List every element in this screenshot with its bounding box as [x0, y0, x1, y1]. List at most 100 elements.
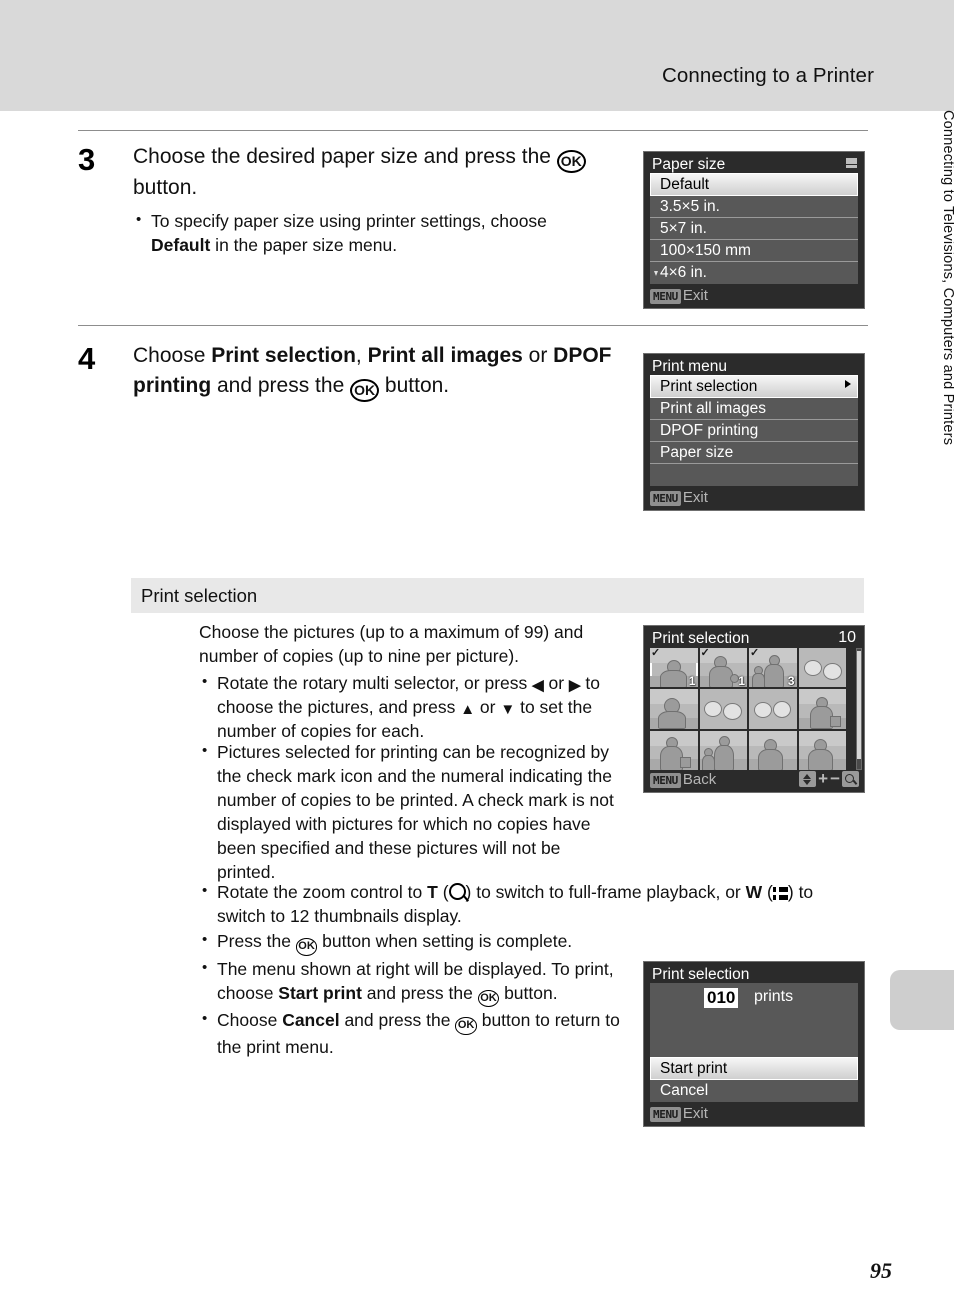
screen-paper-size-title: Paper size [644, 152, 864, 173]
section-bullet-4: Press the OK button when setting is comp… [199, 928, 637, 956]
thumbnail-4[interactable] [798, 648, 846, 688]
paper-size-option-5x7[interactable]: 5×7 in. [650, 218, 858, 240]
divider-between-steps [78, 325, 868, 326]
side-tab-label: Connecting to Televisions, Computers and… [940, 110, 954, 446]
step-4-heading-text-4: and press the [211, 374, 351, 397]
bullet-6-bold-cancel: Cancel [282, 1010, 340, 1030]
screen-confirm-footer: MENU Exit [644, 1102, 864, 1126]
screen-print-selection-title-text: Print selection [652, 630, 750, 647]
thumbnail-8[interactable] [798, 689, 846, 729]
screen-print-menu: Print menu Print selection Print all ima… [643, 353, 865, 511]
screen-confirm-title-text: Print selection [652, 966, 750, 983]
screen-print-selection-title: Print selection 10 [644, 626, 864, 647]
section-bullet-list-bottom: Pictures selected for printing can be re… [199, 739, 859, 885]
step-3-heading: Choose the desired paper size and press … [133, 142, 603, 203]
zoom-w-label: W [745, 882, 763, 902]
thumbnail-5[interactable] [650, 689, 698, 729]
step-3-heading-text-2: button. [133, 176, 198, 199]
bullet-3-text-3: ) to switch to full-frame playback, or [465, 882, 746, 902]
confirm-exit-label[interactable]: Exit [683, 1105, 708, 1122]
confirm-option-cancel[interactable]: Cancel [650, 1080, 858, 1102]
thumbnail-2[interactable]: ✓ 1 [699, 648, 747, 688]
screen-confirm-list: Start print Cancel [650, 1057, 858, 1102]
thumbnail-6[interactable] [699, 689, 747, 729]
print-menu-option-print-selection[interactable]: Print selection [650, 375, 858, 398]
bullet-6-text-2: and press the [339, 1010, 456, 1030]
bullet-3-text-2: ( [437, 882, 449, 902]
bullet-1-text-2: or [543, 673, 569, 693]
print-selection-count: 10 [838, 629, 856, 646]
prints-count-area: 010 prints [650, 983, 858, 1057]
menu-badge-icon: MENU [650, 491, 681, 506]
thumbnail-2-copies: 1 [738, 674, 745, 688]
arrow-down-icon: ▼ [500, 701, 516, 718]
print-menu-empty-row [650, 464, 858, 486]
step-3-bullet-1-text-1: To specify paper size using printer sett… [151, 211, 547, 231]
step-4-number: 4 [78, 341, 96, 376]
step-3-bullet-1: To specify paper size using printer sett… [133, 208, 603, 257]
thumbnail-1[interactable]: ✓ 1 [650, 648, 698, 688]
paper-size-exit-label[interactable]: Exit [683, 287, 708, 304]
scroll-marker-icon [654, 271, 658, 276]
check-mark-icon: ✓ [651, 648, 661, 659]
chevron-right-icon [845, 380, 851, 388]
thumbnail-1-copies: 1 [688, 674, 696, 688]
page-number: 95 [870, 1258, 892, 1283]
zoom-t-label: T [427, 882, 438, 902]
paper-size-option-default[interactable]: Default [650, 173, 858, 196]
section-bullet-5: The menu shown at right will be displaye… [199, 956, 637, 1007]
paper-size-option-3.5x5[interactable]: 3.5×5 in. [650, 196, 858, 218]
paper-size-option-100x150[interactable]: 100×150 mm [650, 240, 858, 262]
screen-print-selection-confirm: Print selection 010 prints Start print C… [643, 961, 865, 1127]
step-3-body: Choose the desired paper size and press … [133, 142, 603, 258]
page-header-title: Connecting to a Printer [662, 64, 874, 87]
step-4-body: Choose Print selection, Print all images… [133, 341, 613, 402]
step-4-heading: Choose Print selection, Print all images… [133, 341, 613, 402]
thumbnail-7[interactable] [749, 689, 797, 729]
confirm-option-start-print[interactable]: Start print [650, 1057, 858, 1080]
section-bullet-6: Choose Cancel and press the OK button to… [199, 1007, 637, 1059]
print-menu-option-paper-size[interactable]: Paper size [650, 442, 858, 464]
bullet-list-continued: Pictures selected for printing can be re… [199, 739, 859, 884]
step-4-bold-print-selection: Print selection [211, 344, 356, 367]
page-header-band [0, 0, 954, 111]
section-bullet-list-top: Rotate the rotary multi selector, or pre… [199, 670, 619, 743]
print-menu-option-dpof-printing[interactable]: DPOF printing [650, 420, 858, 442]
thumbnail-3-copies: 3 [787, 674, 795, 688]
step-4-heading-text-2: , [355, 344, 368, 367]
screen-print-menu-title: Print menu [644, 354, 864, 375]
paper-size-option-4x6[interactable]: 4×6 in. [650, 262, 858, 284]
arrow-right-icon: ▶ [568, 677, 581, 694]
section-bullet-2: Pictures selected for printing can be re… [199, 739, 617, 884]
screen-print-menu-list: Print selection Print all images DPOF pr… [650, 375, 858, 486]
ok-button-icon: OK [556, 149, 586, 173]
check-mark-icon: ✓ [750, 648, 760, 659]
bullet-3-text-4: ( [762, 882, 773, 902]
step-4-heading-text-5: button. [379, 374, 450, 397]
print-menu-exit-label[interactable]: Exit [683, 489, 708, 506]
screen-confirm-title: Print selection [644, 962, 864, 983]
screen-paper-size-footer: MENU Exit [644, 284, 864, 308]
step-3-bullet-1-bold: Default [151, 235, 211, 255]
print-menu-option-print-selection-label: Print selection [660, 378, 758, 395]
screen-paper-size-title-text: Paper size [652, 156, 726, 173]
arrow-left-icon: ◀ [532, 677, 544, 694]
divider-top [78, 130, 868, 131]
bullet-4-text-1: Press the [217, 931, 296, 951]
step-3-heading-text-1: Choose the desired paper size and press … [133, 145, 557, 168]
check-mark-icon: ✓ [700, 648, 710, 659]
magnifier-icon [448, 883, 466, 900]
paper-size-option-4x6-label: 4×6 in. [660, 264, 707, 281]
step-3-number: 3 [78, 142, 96, 177]
side-tab-marker [890, 970, 954, 1030]
screen-print-menu-title-text: Print menu [652, 358, 727, 375]
bullet-6-text-1: Choose [217, 1010, 283, 1030]
print-menu-option-print-all-images[interactable]: Print all images [650, 398, 858, 420]
section-bullet-1: Rotate the rotary multi selector, or pre… [199, 670, 619, 743]
thumbnail-3[interactable]: ✓ 3 [749, 648, 797, 688]
step-3-bullet-1-text-2: in the paper size menu. [210, 235, 398, 255]
battery-icon [846, 158, 857, 168]
step-3-bullet-list: To specify paper size using printer sett… [133, 208, 603, 257]
section-intro-text: Choose the pictures (up to a maximum of … [199, 622, 584, 666]
bullet-1-text-1: Rotate the rotary multi selector, or pre… [217, 673, 533, 693]
